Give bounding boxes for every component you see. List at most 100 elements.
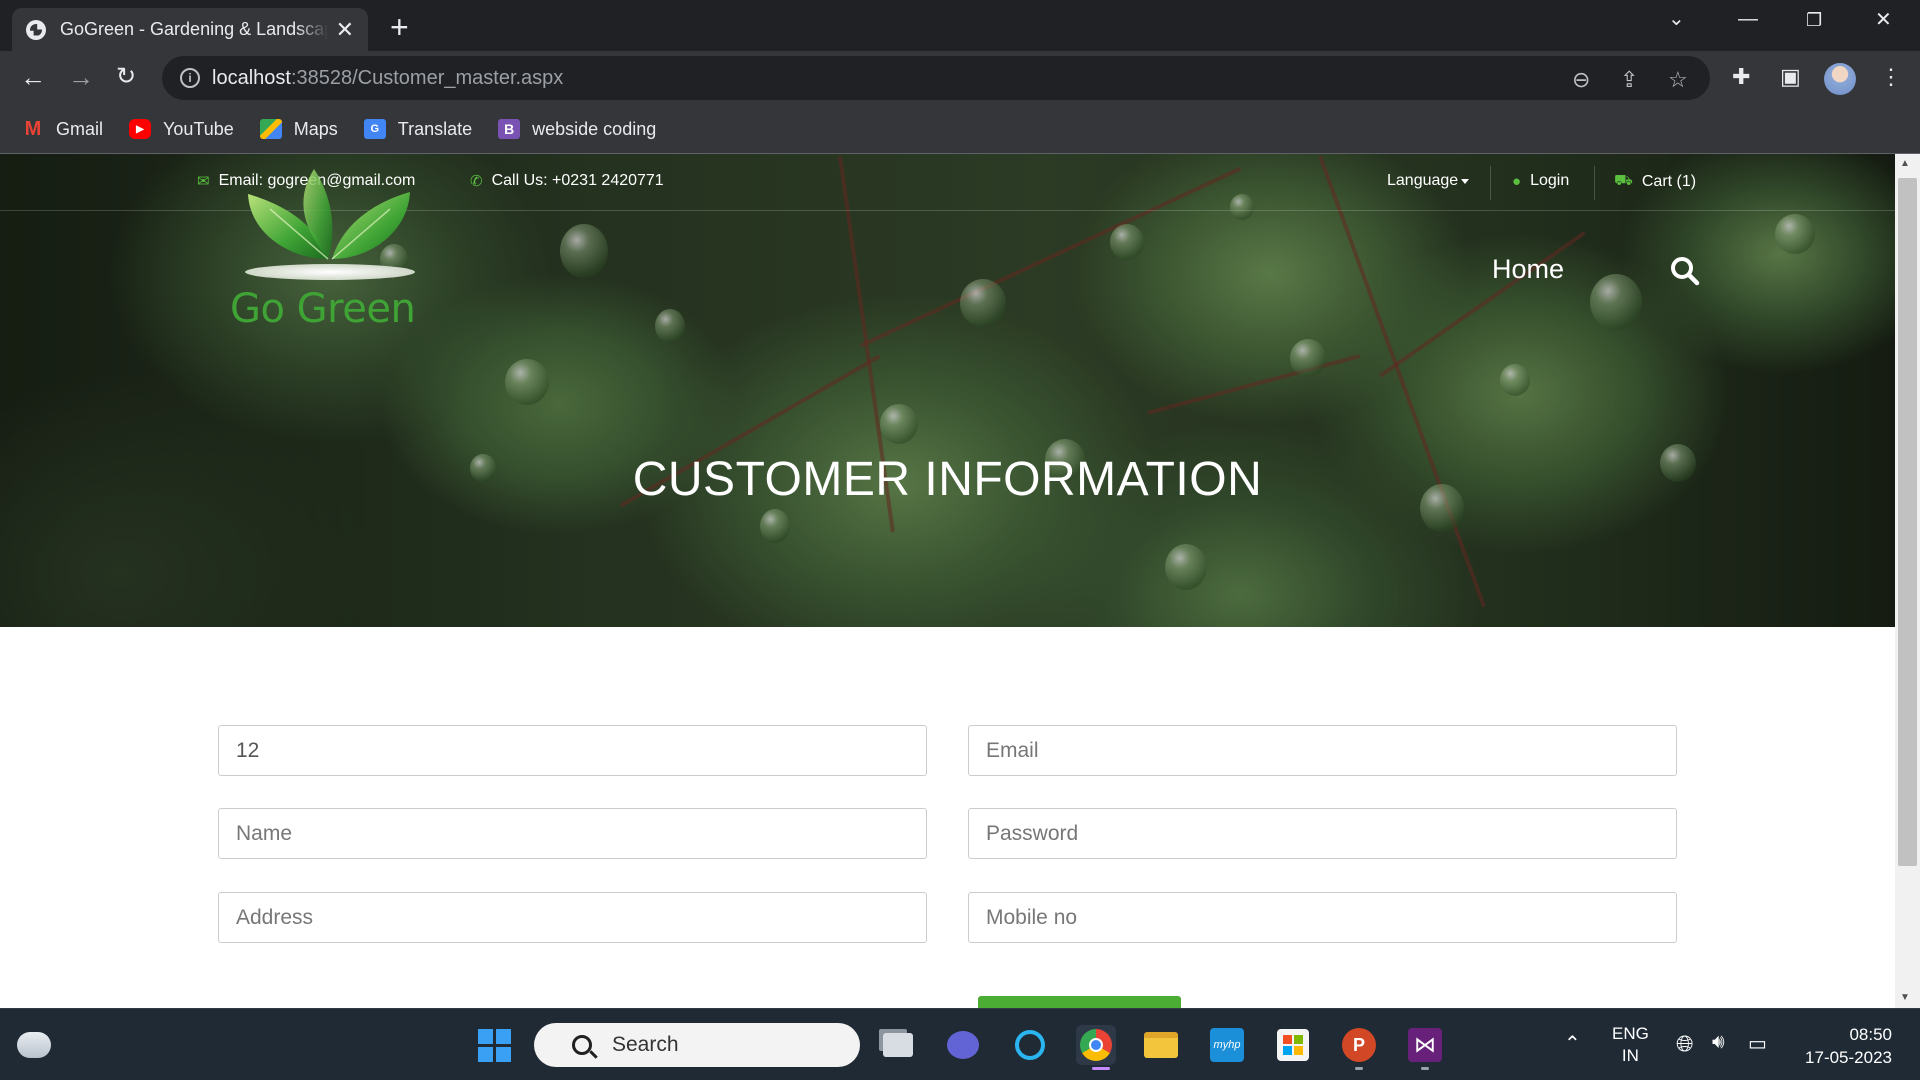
caret-down-icon [1461,178,1470,184]
close-tab-icon[interactable]: ✕ [336,17,354,43]
page-title: CUSTOMER INFORMATION [632,453,1263,506]
tab-title: GoGreen - Gardening & Landscaping [60,19,328,39]
topbar-divider [1594,166,1595,200]
search-icon[interactable] [1670,256,1700,286]
region-code: IN [1621,1046,1639,1065]
bookmark-webside-coding[interactable]: B webside coding [498,119,656,140]
task-view-icon[interactable] [878,1025,918,1065]
site-logo[interactable]: Go Green [230,164,430,334]
user-icon: ● [1512,172,1522,190]
search-label: Search [612,1033,679,1056]
back-arrow-icon[interactable]: ← [20,64,46,90]
bookmark-label: Translate [397,118,473,139]
cortana-icon[interactable] [1010,1025,1050,1065]
url-text[interactable]: localhost:38528/Customer_master.aspx [212,67,563,90]
bookmark-label: YouTube [163,118,234,139]
clock[interactable]: 08:50 17-05-2023 [1796,1023,1892,1069]
bookmark-translate[interactable]: G Translate [363,118,473,140]
reload-icon[interactable]: ↻ [116,64,136,90]
teams-chat-icon[interactable] [943,1025,983,1065]
store-icon[interactable] [1273,1025,1313,1065]
logo-text: Go Green [230,286,416,332]
browser-tab[interactable]: GoGreen - Gardening & Landscaping ✕ [12,8,368,51]
menu-dots-icon[interactable]: ⋮ [1880,64,1902,90]
minimize-button[interactable]: — [1738,8,1758,31]
phone-icon: ✆ [470,173,483,190]
running-app-indicator [1421,1067,1429,1070]
powerpoint-icon[interactable]: P [1339,1025,1379,1065]
weather-icon[interactable] [14,1025,54,1065]
cart-link[interactable]: ⛟ Cart (1) [1614,172,1696,191]
active-app-indicator [1092,1067,1110,1070]
translate-icon: G [363,119,386,139]
submit-button[interactable] [978,996,1181,1008]
leaf-logo-icon [245,169,415,280]
gmail-icon: M [24,117,42,140]
chrome-icon[interactable] [1076,1025,1116,1065]
show-hidden-icons-chevron[interactable]: ⌃ [1564,1031,1581,1056]
language-indicator[interactable]: ENG IN [1612,1023,1649,1067]
bookmarks-bar: M Gmail ▶ YouTube Maps G Translate B web… [0,105,1920,154]
file-explorer-icon[interactable] [1141,1025,1181,1065]
scroll-down-arrow-icon[interactable]: ▼ [1900,992,1910,1003]
phone-text: Call Us: +0231 2420771 [491,172,664,189]
running-app-indicator [1355,1067,1363,1070]
site-info-icon[interactable]: i [180,68,200,88]
start-icon[interactable] [474,1025,514,1065]
extensions-icon[interactable]: ✚ [1732,64,1750,90]
bookmark-youtube[interactable]: ▶ YouTube [129,119,234,140]
volume-icon[interactable]: 🔊︎ [1712,1031,1725,1054]
nav-home-link[interactable]: Home [1492,254,1564,285]
youtube-icon: ▶ [129,119,152,139]
topbar-phone[interactable]: ✆ Call Us: +0231 2420771 [470,172,664,190]
tab-search-icon[interactable]: ⌄ [1668,6,1685,31]
mobile-field[interactable] [968,892,1677,943]
maps-icon [259,119,282,139]
name-field[interactable] [218,808,927,859]
network-globe-icon[interactable]: 🌐︎ [1676,1031,1694,1057]
web-page: ✉ Email: gogreen@gmail.com ✆ Call Us: +0… [0,154,1895,1008]
new-tab-button[interactable]: + [390,9,409,46]
customer-id-field[interactable] [218,725,927,776]
windows-taskbar: Search myhp P ⋈ ⌃ ENG IN 🌐︎ 🔊︎ ▭ 08:50 1… [0,1008,1920,1080]
bookmark-star-icon[interactable]: ☆ [1668,67,1688,93]
language-label: Language [1387,172,1459,189]
bookmark-maps[interactable]: Maps [259,119,338,140]
bookmark-label: webside coding [532,118,657,139]
restore-button[interactable]: ❐ [1806,10,1822,31]
envelope-icon: ✉ [197,173,210,190]
login-label: Login [1530,172,1570,189]
bookmark-gmail[interactable]: M Gmail [22,117,104,140]
taskbar-search[interactable]: Search [534,1023,860,1067]
login-link[interactable]: ● Login [1512,172,1569,190]
language-dropdown[interactable]: Language [1387,172,1470,190]
globe-icon [26,19,46,40]
forward-arrow-icon[interactable]: → [68,64,94,90]
browser-toolbar: ← → ↻ i localhost:38528/Customer_master.… [0,51,1920,105]
bookmark-label: Gmail [56,118,104,139]
address-bar[interactable]: i localhost:38528/Customer_master.aspx ⊖… [162,56,1710,100]
address-field[interactable] [218,892,927,943]
bootstrap-icon: B [498,119,521,139]
scrollbar-thumb[interactable] [1898,178,1917,866]
email-field[interactable] [968,725,1677,776]
search-magnifier-icon [572,1035,592,1055]
battery-icon[interactable]: ▭ [1748,1031,1767,1056]
hero-banner: ✉ Email: gogreen@gmail.com ✆ Call Us: +0… [0,154,1895,627]
zoom-icon[interactable]: ⊖ [1572,67,1590,93]
password-field[interactable] [968,808,1677,859]
myhp-icon[interactable]: myhp [1207,1025,1247,1065]
clock-date: 17-05-2023 [1805,1048,1892,1067]
close-window-button[interactable]: ✕ [1875,7,1892,32]
scroll-up-arrow-icon[interactable]: ▲ [1900,158,1910,169]
lang-code: ENG [1612,1024,1649,1043]
tab-strip: GoGreen - Gardening & Landscaping ✕ + ⌄ … [0,0,1920,51]
topbar-divider [1490,166,1491,200]
clock-time: 08:50 [1849,1025,1892,1044]
share-icon[interactable]: ⇪ [1620,67,1638,93]
cart-label: Cart (1) [1641,172,1697,190]
side-panel-icon[interactable]: ▣ [1780,64,1801,90]
cart-icon: ⛟ [1614,172,1633,189]
visual-studio-icon[interactable]: ⋈ [1405,1025,1445,1065]
profile-avatar[interactable] [1824,63,1856,95]
